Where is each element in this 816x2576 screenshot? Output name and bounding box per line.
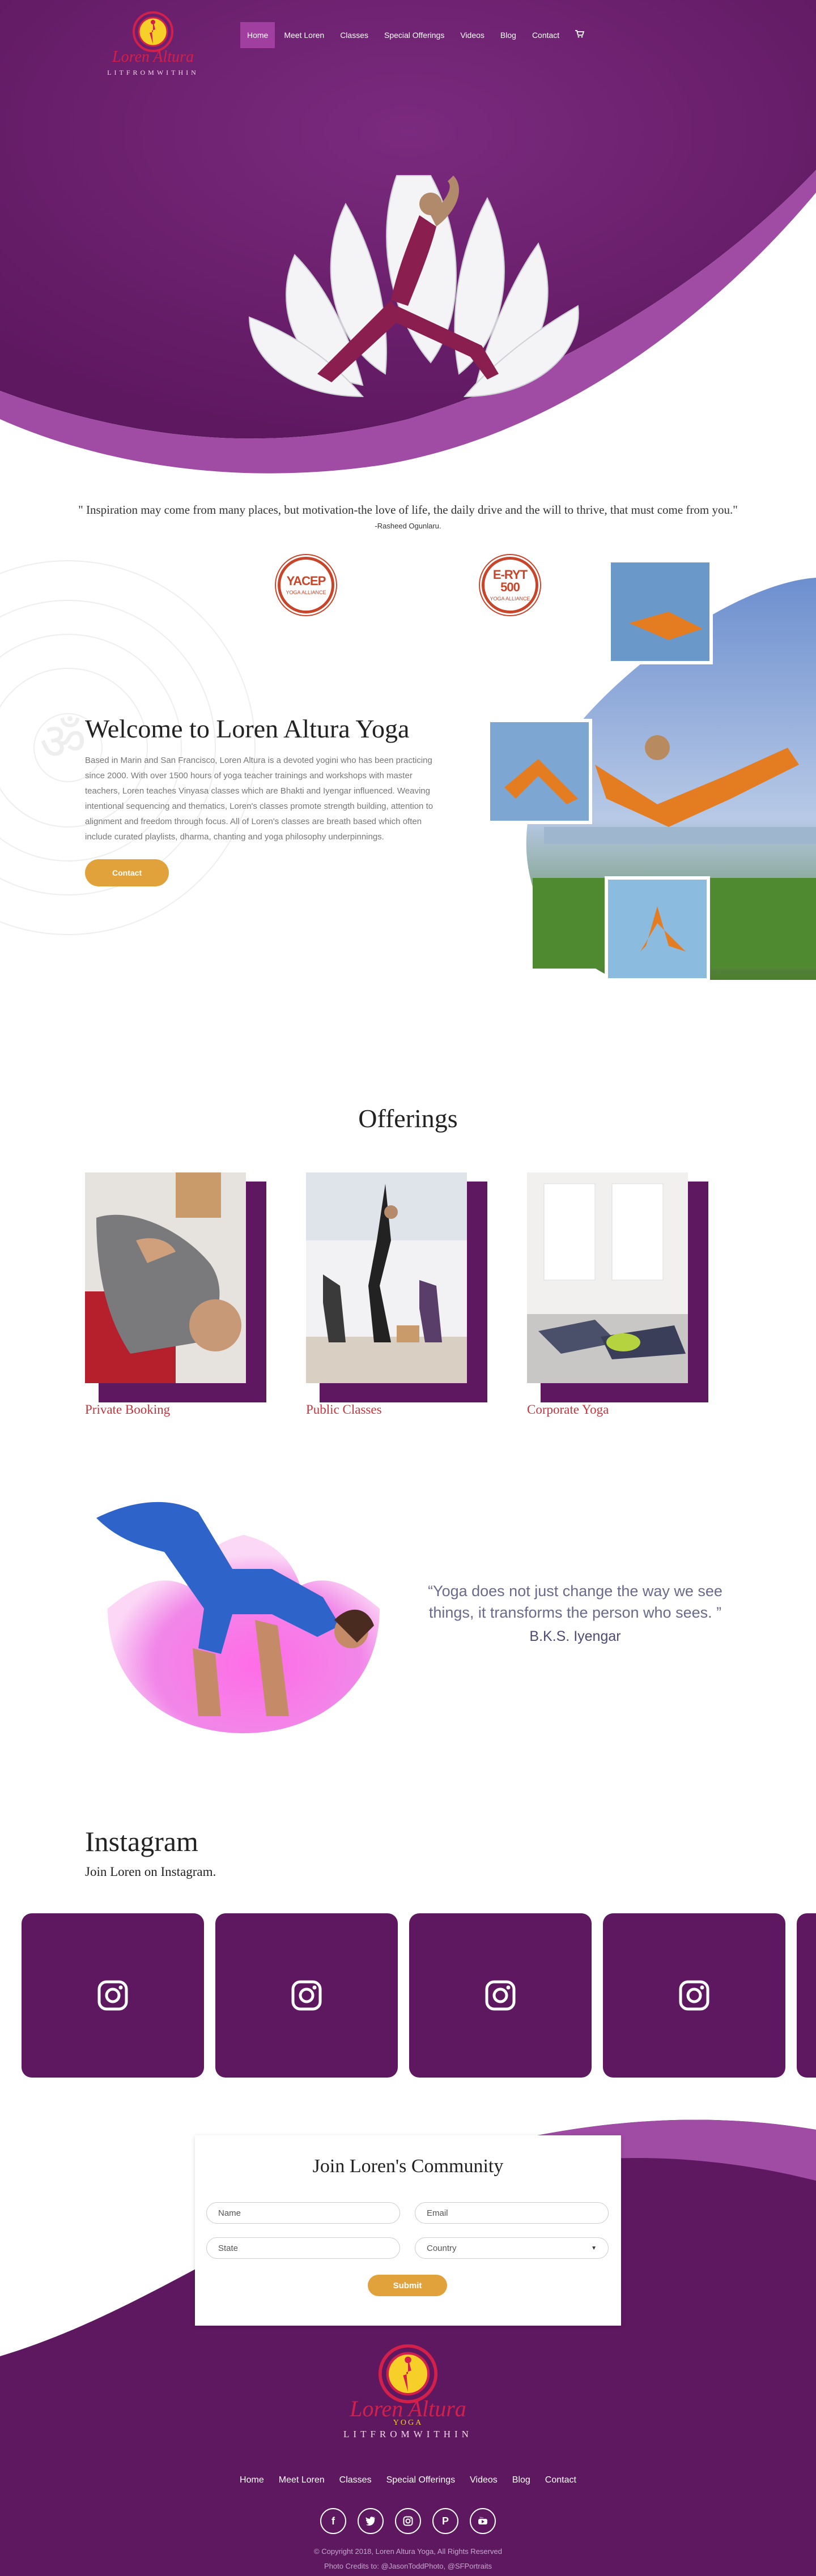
svg-text:You: You <box>479 2517 483 2519</box>
youtube-icon[interactable]: You <box>470 2508 496 2534</box>
badge-sub: YOGA ALLIANCE <box>286 590 326 595</box>
cart-icon[interactable] <box>568 22 591 48</box>
iyengar-quote-author: B.K.S. Iyengar <box>529 1628 621 1644</box>
photo-credits: Photo Credits to: @JasonToddPhoto, @SFPo… <box>324 2562 492 2570</box>
iyengar-quote-text: “Yoga does not just change the way we se… <box>428 1583 722 1621</box>
footer-nav-classes[interactable]: Classes <box>339 2475 372 2485</box>
site-logo[interactable]: Loren Altura LITFROMWITHIN <box>102 10 204 95</box>
instagram-tile[interactable] <box>409 1913 592 2078</box>
instagram-icon <box>291 1980 322 2011</box>
instagram-title: Instagram <box>85 1826 198 1857</box>
nav-special-offerings[interactable]: Special Offerings <box>377 22 451 48</box>
offering-label[interactable]: Corporate Yoga <box>527 1402 609 1417</box>
footer-nav-videos[interactable]: Videos <box>470 2475 498 2485</box>
footer-nav-home[interactable]: Home <box>240 2475 264 2485</box>
nav-blog[interactable]: Blog <box>494 22 523 48</box>
offering-public-classes[interactable]: Public Classes <box>306 1172 487 1422</box>
footer-logo-name: Loren Altura <box>350 2396 466 2421</box>
offering-label[interactable]: Public Classes <box>306 1402 382 1417</box>
facebook-icon[interactable]: f <box>320 2508 346 2534</box>
nav-classes[interactable]: Classes <box>333 22 375 48</box>
photo-thumb <box>607 561 713 664</box>
instagram-tile[interactable] <box>603 1913 785 2078</box>
offering-corporate-yoga[interactable]: Corporate Yoga <box>527 1172 708 1422</box>
main-nav: Home Meet Loren Classes Special Offering… <box>240 22 591 48</box>
footer-nav: Home Meet Loren Classes Special Offering… <box>0 2475 816 2485</box>
welcome-title: Welcome to Loren Altura Yoga <box>85 714 410 743</box>
instagram-tile[interactable] <box>22 1913 204 2078</box>
community-title: Join Loren's Community <box>312 2156 504 2177</box>
yoga-photo-collage <box>487 561 816 982</box>
quote-author: -Rasheed Ogunlaru. <box>375 522 441 530</box>
nav-meet-loren[interactable]: Meet Loren <box>277 22 331 48</box>
crow-pose-image <box>96 1502 380 1733</box>
instagram-icon <box>485 1980 516 2011</box>
copyright-text: © Copyright 2018, Loren Altura Yoga, All… <box>314 2547 502 2556</box>
footer-nav-contact[interactable]: Contact <box>545 2475 576 2485</box>
offering-label[interactable]: Private Booking <box>85 1402 170 1417</box>
offerings-title: Offerings <box>358 1104 458 1133</box>
inspiration-quote: " Inspiration may come from many places,… <box>0 503 816 530</box>
submit-button[interactable]: Submit <box>368 2275 447 2296</box>
badge-title: YACEP <box>286 574 326 588</box>
photo-thumb <box>605 876 710 982</box>
hero-section: Loren Altura LITFROMWITHIN Home Meet Lor… <box>0 0 816 487</box>
footer-nav-blog[interactable]: Blog <box>512 2475 530 2485</box>
instagram-icon[interactable] <box>395 2508 421 2534</box>
welcome-body: Based in Marin and San Francisco, Loren … <box>85 756 434 842</box>
copyright: © Copyright 2018, Loren Altura Yoga, All… <box>0 2544 816 2574</box>
welcome-section: Welcome to Loren Altura Yoga Based in Ma… <box>85 714 448 886</box>
yacep-badge: YACEP YOGA ALLIANCE <box>278 557 334 613</box>
social-links: f P You <box>0 2508 816 2534</box>
nav-videos[interactable]: Videos <box>453 22 491 48</box>
country-select-value: Country <box>427 2243 457 2253</box>
offering-private-booking[interactable]: Private Booking <box>85 1172 266 1422</box>
offering-image <box>85 1172 246 1383</box>
footer-logo[interactable]: Loren Altura YOGA LITFROMWITHIN <box>329 2343 487 2440</box>
community-form: Join Loren's Community Name Email State … <box>195 2135 621 2326</box>
chevron-down-icon: ▼ <box>591 2245 597 2251</box>
nav-home[interactable]: Home <box>240 22 275 48</box>
logo-mandala-icon <box>133 11 173 52</box>
instagram-icon <box>679 1980 709 2011</box>
offering-image <box>306 1172 467 1383</box>
iyengar-quote: “Yoga does not just change the way we se… <box>422 1580 728 1647</box>
offering-image <box>527 1172 688 1383</box>
twitter-icon[interactable] <box>358 2508 384 2534</box>
instagram-tile-partial[interactable] <box>797 1913 816 2078</box>
name-input[interactable]: Name <box>206 2202 400 2224</box>
nav-contact[interactable]: Contact <box>525 22 566 48</box>
instagram-subtitle: Join Loren on Instagram. <box>85 1865 216 1879</box>
logo-name: Loren Altura <box>112 48 194 66</box>
state-input[interactable]: State <box>206 2237 400 2259</box>
footer-nav-meet-loren[interactable]: Meet Loren <box>279 2475 325 2485</box>
logo-tagline: LITFROMWITHIN <box>107 69 199 76</box>
instagram-icon <box>97 1980 128 2011</box>
footer-nav-special-offerings[interactable]: Special Offerings <box>386 2475 456 2485</box>
instagram-tile[interactable] <box>215 1913 398 2078</box>
pinterest-icon[interactable]: P <box>432 2508 458 2534</box>
svg-text:ॐ: ॐ <box>40 714 86 770</box>
quote-text: " Inspiration may come from many places,… <box>78 503 738 517</box>
footer-logo-tagline: LITFROMWITHIN <box>343 2429 473 2439</box>
country-select[interactable]: Country ▼ <box>415 2237 609 2259</box>
email-input[interactable]: Email <box>415 2202 609 2224</box>
contact-button[interactable]: Contact <box>85 859 169 886</box>
